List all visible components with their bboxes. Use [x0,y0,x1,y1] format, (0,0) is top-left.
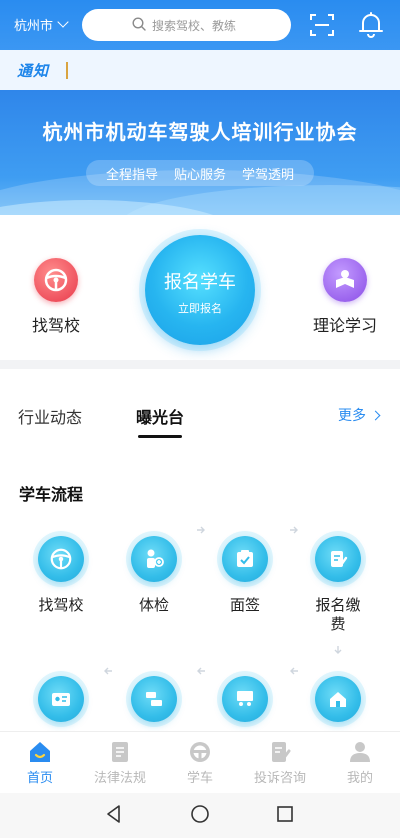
city-selector[interactable]: 杭州市 [14,15,69,34]
step-training[interactable] [205,676,285,722]
slogan-item: 学驾透明 [241,167,294,183]
step-interview-sign[interactable]: 面签 [205,536,285,615]
association-banner[interactable]: 杭州市机动车驾驶人培训行业协会 全程指导 贴心服务 学驾透明 [0,90,400,215]
enroll-title: 报名学车 [164,272,236,293]
find-school-label: 找驾校 [31,316,80,335]
book-icon [112,742,128,762]
stack-icon [131,676,177,722]
tab-label: 学车 [186,771,213,786]
steering-wheel-icon [190,742,210,762]
enroll-subtitle: 立即报名 [178,302,222,315]
tab-industry-news[interactable]: 行业动态 [18,404,82,428]
process-title: 学车流程 [19,485,84,504]
arrow-down-icon [334,646,342,654]
step-study-card[interactable] [21,676,101,722]
arrow-right-icon [290,526,298,534]
notice-tag: 通知 [17,62,50,80]
tab-mine[interactable]: 我的 [322,740,398,786]
search-placeholder: 搜索驾校、教练 [152,18,237,33]
system-nav-bar [0,793,400,838]
banner-title: 杭州市机动车驾驶人培训行业协会 [42,120,358,144]
banner-slogans: 全程指导 贴心服务 学驾透明 [86,160,314,186]
arrow-left-icon [104,667,112,675]
tab-exposure[interactable]: 曝光台 [136,404,184,438]
bottom-tab-bar: 首页 法律法规 学车 投诉咨询 我的 [0,731,400,793]
document-icon [222,536,268,582]
arrow-left-icon [197,667,205,675]
step-label: 报名缴 费 [315,596,361,633]
top-header: 杭州市 搜索驾校、教练 [0,0,400,50]
step-find-school[interactable]: 找驾校 [21,536,101,615]
steering-wheel-icon [34,258,78,302]
recent-apps-icon[interactable] [276,804,294,824]
back-icon[interactable] [105,804,123,824]
chevron-down-icon [57,16,69,28]
notice-divider [66,62,68,79]
person-plus-icon [131,536,177,582]
slogan-item: 全程指导 [105,167,158,183]
tab-label: 投诉咨询 [253,771,306,786]
scan-icon[interactable] [309,12,335,38]
steering-wheel-icon [38,536,84,582]
search-input[interactable]: 搜索驾校、教练 [82,9,291,41]
home-icon [30,742,50,762]
home-circle-icon[interactable] [190,804,210,824]
step-subject-one[interactable] [114,676,194,722]
user-icon [350,742,370,762]
step-health-check[interactable]: 体检 [114,536,194,615]
id-card-icon [38,676,84,722]
tab-label: 我的 [346,771,373,786]
arrow-left-icon [290,667,298,675]
theory-study-button[interactable]: 理论学习 [300,258,390,336]
tab-label: 法律法规 [93,771,146,786]
step-register-pay[interactable]: 报名缴 费 [298,536,378,634]
step-label: 找驾校 [38,596,84,614]
notice-bar[interactable]: 通知 [0,50,400,90]
chevron-right-icon [370,410,381,420]
more-link[interactable]: 更多 [338,405,381,425]
find-school-button[interactable]: 找驾校 [20,258,92,336]
house-icon [315,676,361,722]
section-divider [0,360,400,369]
more-label: 更多 [338,408,366,424]
search-icon [132,17,146,31]
classroom-icon [222,676,268,722]
step-label: 体检 [138,596,169,614]
bell-icon[interactable] [358,11,384,39]
tab-laws[interactable]: 法律法规 [82,740,158,786]
tab-label: 首页 [26,771,53,786]
step-label: 面签 [229,596,260,614]
form-edit-icon [315,536,361,582]
city-label: 杭州市 [14,19,54,34]
arrow-right-icon [197,526,205,534]
slogan-item: 贴心服务 [173,167,226,183]
news-tabs: 行业动态 曝光台 更多 [0,369,400,445]
study-person-icon [323,258,367,302]
quick-entries: 找驾校 报名学车 立即报名 理论学习 [0,215,400,360]
tab-complaints[interactable]: 投诉咨询 [242,740,318,786]
enroll-button[interactable]: 报名学车 立即报名 [145,235,255,345]
edit-document-icon [272,742,291,762]
step-exam[interactable] [298,676,378,722]
tab-learn-driving[interactable]: 学车 [162,740,238,786]
tab-home[interactable]: 首页 [2,740,78,786]
theory-study-label: 理论学习 [312,316,377,335]
